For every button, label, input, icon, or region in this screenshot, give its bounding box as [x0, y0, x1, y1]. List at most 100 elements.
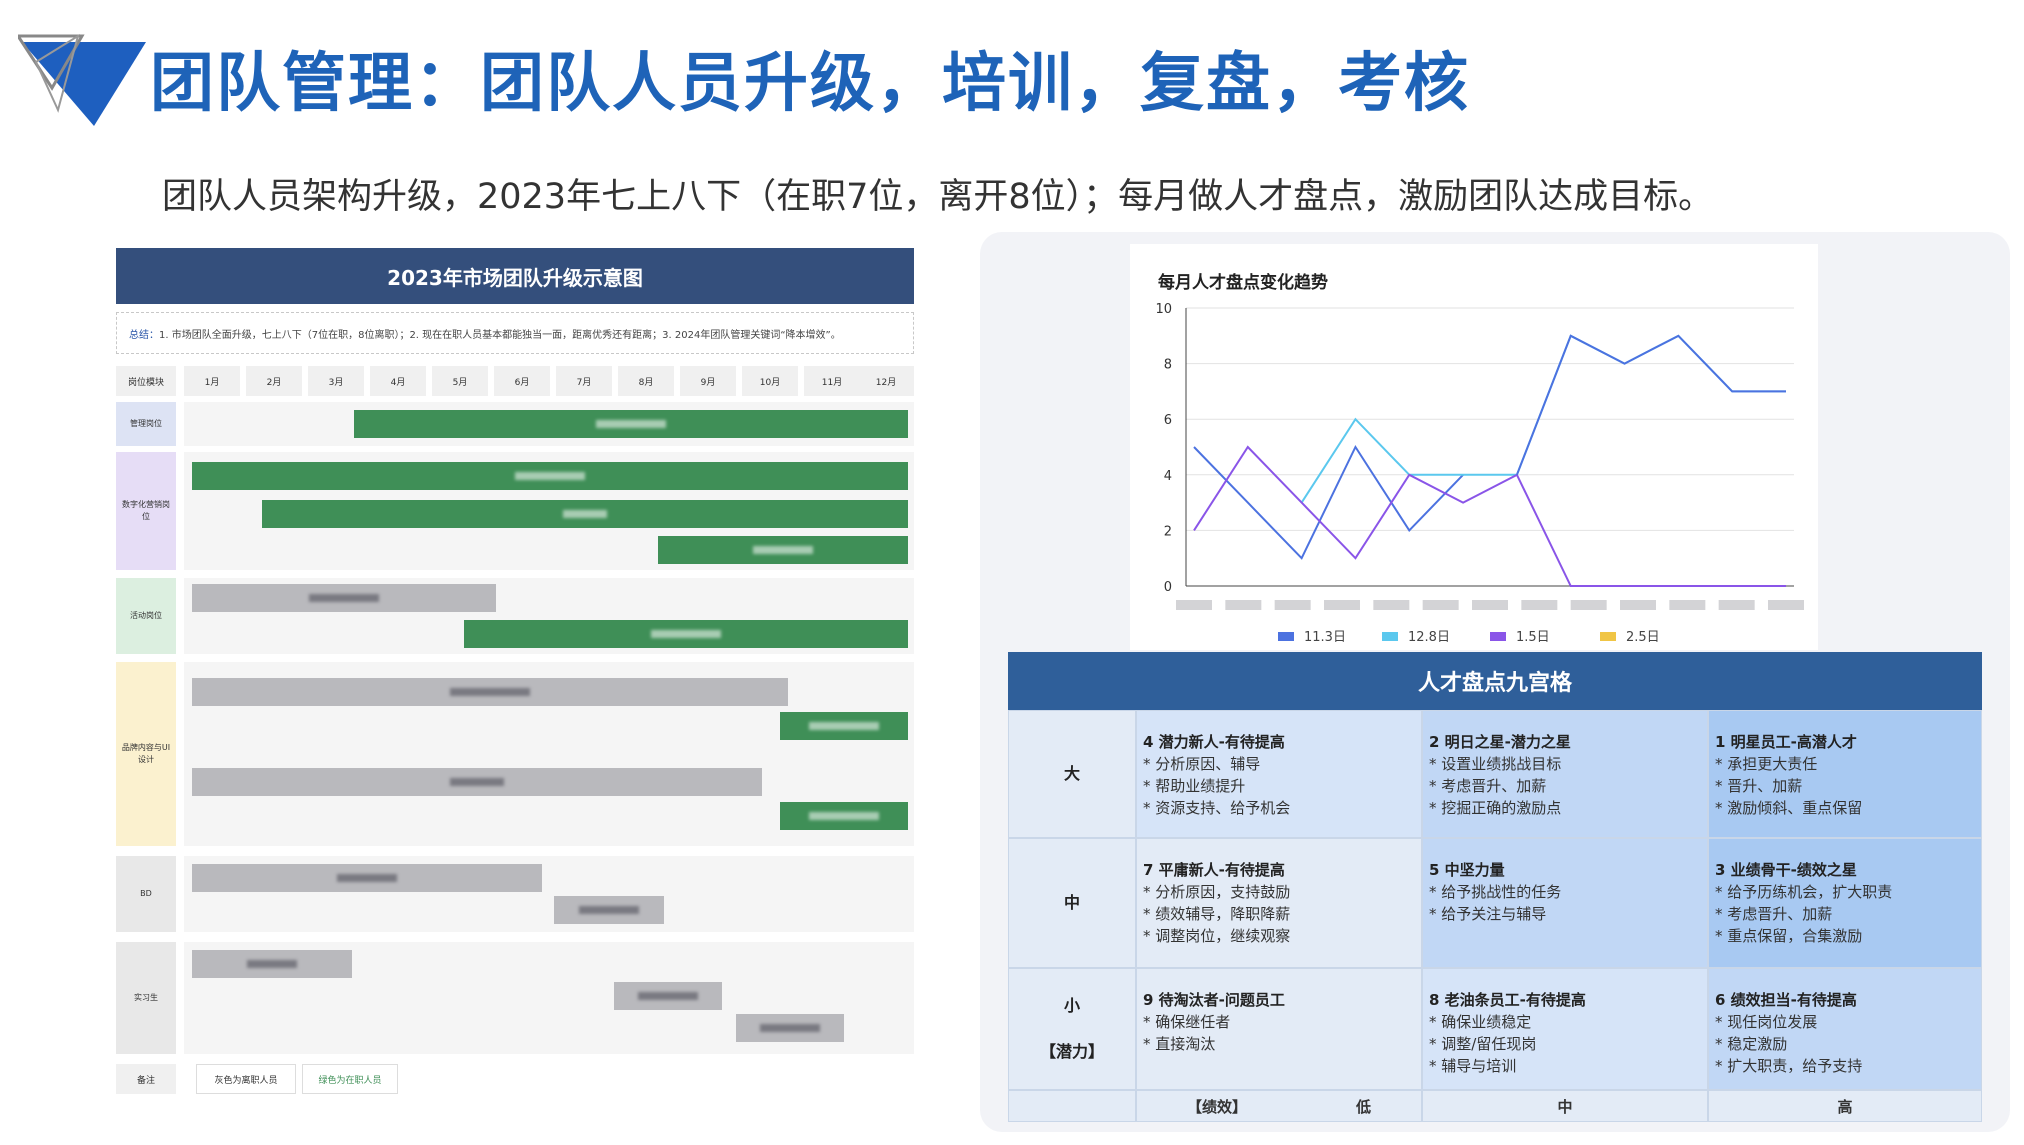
- gantt-month: 8月: [618, 366, 674, 396]
- y-tick-label: 6: [1164, 413, 1172, 428]
- gantt-month: 10月: [742, 366, 798, 396]
- ninegrid-cell-title: 3 业绩骨干-绩效之星: [1715, 861, 1857, 879]
- col-label-text: 高: [1837, 1097, 1853, 1116]
- ninegrid-cell-item: * 分析原因，支持鼓励: [1143, 883, 1291, 901]
- gantt-month: 2月: [246, 366, 302, 396]
- gantt-month: 12月: [858, 366, 914, 396]
- series-line-0-tail: [1515, 334, 1786, 476]
- gantt-bar-left: [192, 864, 542, 892]
- gantt-bar-left: [192, 678, 788, 706]
- x-tick-label-blurred: [1620, 600, 1656, 610]
- ninegrid-col-high: 高: [1708, 1090, 1982, 1122]
- legend-label: 2.5日: [1626, 630, 1660, 645]
- ninegrid-cell-item: * 承担更大责任: [1715, 755, 1818, 773]
- ninegrid-cell: 5 中坚力量 * 给予挑战性的任务 * 给予关注与辅导: [1422, 838, 1708, 968]
- ninegrid-title: 人才盘点九宫格: [1008, 652, 1982, 710]
- row-label-text: 小: [1063, 996, 1080, 1015]
- col-label-text: 低: [1355, 1097, 1371, 1116]
- talent-nine-grid: 人才盘点九宫格 大 中 小【潜力】 4 潜力新人-有待提高 * 分析原因、辅导 * …: [1008, 652, 1982, 1122]
- team-upgrade-gantt: 2023年市场团队升级示意图 总结：1. 市场团队全面升级，七上八下（7位在职，…: [104, 236, 924, 1096]
- gantt-bar-active: [658, 536, 908, 564]
- page-subtitle: 团队人员架构升级，2023年七上八下（在职7位，离开8位）；每月做人才盘点，激励…: [162, 177, 1714, 217]
- legend-swatch: [1600, 632, 1616, 641]
- series-line-2: [1193, 445, 1786, 587]
- ninegrid-foot-empty: [1008, 1090, 1136, 1122]
- ninegrid-row-label-mid: 中: [1008, 838, 1136, 968]
- talent-trend-chart: 每月人才盘点变化趋势 0 2 4 6 8 10 11.3日 12.8日 1.5日 2.5日: [1130, 244, 1818, 650]
- ninegrid-cell: 4 潜力新人-有待提高 * 分析原因、辅导 * 帮助业绩提升 * 资源支持、给予机会: [1136, 710, 1422, 838]
- gantt-note-green: 绿色为在职人员: [302, 1064, 398, 1094]
- gantt-bar-active: [780, 802, 908, 830]
- gantt-track: [184, 856, 914, 932]
- ninegrid-cell-item: * 给予挑战性的任务: [1429, 883, 1562, 901]
- gantt-bar-left: [192, 768, 762, 796]
- gantt-bar-active: [192, 462, 908, 490]
- gantt-row-events: 活动岗位: [116, 578, 914, 654]
- ninegrid-cell-item: * 稳定激励: [1715, 1035, 1788, 1053]
- gantt-month: 1月: [184, 366, 240, 396]
- ninegrid-cell-item: * 确保业绩稳定: [1429, 1013, 1532, 1031]
- ninegrid-cell-item: * 确保继任者: [1143, 1013, 1231, 1031]
- x-tick-label-blurred: [1570, 600, 1607, 610]
- ninegrid-cell-item: * 考虑晋升、加薪: [1715, 905, 1833, 923]
- gantt-row-label: 活动岗位: [116, 578, 176, 654]
- col-label-text: 中: [1557, 1097, 1573, 1116]
- gantt-row-label: 数字化营销岗位: [116, 452, 176, 570]
- gantt-row-label: 实习生: [116, 942, 176, 1054]
- gantt-month: 11月: [804, 366, 860, 396]
- ninegrid-cell: 2 明日之星-潜力之星 * 设置业绩挑战目标 * 考虑晋升、加薪 * 挖掘正确的激励点: [1422, 710, 1708, 838]
- brand-logo-icon: [18, 33, 146, 126]
- legend-label: 11.3日: [1304, 630, 1346, 645]
- ninegrid-cell-item: * 给予历练机会，扩大职责: [1715, 883, 1893, 901]
- ninegrid-cell-title: 7 平庸新人-有待提高: [1143, 861, 1285, 879]
- gantt-month: 5月: [432, 366, 488, 396]
- gantt-corner-label: 岗位模块: [116, 366, 176, 396]
- x-tick-label-blurred: [1669, 600, 1706, 610]
- gantt-note-gray: 灰色为离职人员: [196, 1064, 296, 1094]
- col-axis-text: 【绩效】: [1187, 1097, 1248, 1116]
- ninegrid-cell-item: * 帮助业绩提升: [1143, 777, 1246, 795]
- ninegrid-cell-item: * 分析原因、辅导: [1143, 755, 1261, 773]
- x-tick-label-blurred: [1225, 600, 1262, 610]
- x-tick-label-blurred: [1768, 600, 1804, 610]
- ninegrid-cell: 8 老油条员工-有待提高 * 确保业绩稳定 * 调整/留任现岗 * 辅导与培训: [1422, 968, 1708, 1090]
- y-tick-label: 10: [1155, 302, 1172, 317]
- y-tick-label: 2: [1164, 524, 1172, 539]
- gantt-bar-active: [262, 500, 908, 528]
- ninegrid-cell-item: * 现任岗位发展: [1715, 1013, 1818, 1031]
- ninegrid-cell-title: 2 明日之星-潜力之星: [1429, 733, 1571, 751]
- ninegrid-cell-title: 8 老油条员工-有待提高: [1429, 991, 1586, 1009]
- ninegrid-cell-item: * 扩大职责，给予支持: [1715, 1057, 1863, 1075]
- ninegrid-cell: 6 绩效担当-有待提高 * 现任岗位发展 * 稳定激励 * 扩大职责，给予支持: [1708, 968, 1982, 1090]
- ninegrid-cell-title: 6 绩效担当-有待提高: [1715, 991, 1857, 1009]
- row-axis-text: 【潜力】: [1039, 1042, 1104, 1061]
- ninegrid-cell-item: * 挖掘正确的激励点: [1429, 799, 1562, 817]
- ninegrid-cell-item: * 调整岗位，继续观察: [1143, 927, 1291, 945]
- ninegrid-cell-title: 1 明星员工-高潜人才: [1715, 733, 1857, 751]
- ninegrid-row-label-high: 大: [1008, 710, 1136, 838]
- gantt-bar-active: [780, 712, 908, 740]
- x-tick-label-blurred: [1521, 600, 1558, 610]
- gantt-row-interns: 实习生: [116, 942, 914, 1054]
- gantt-month: 3月: [308, 366, 364, 396]
- ninegrid-cell: 7 平庸新人-有待提高 * 分析原因，支持鼓励 * 绩效辅导，降职降薪 * 调整岗位，…: [1136, 838, 1422, 968]
- ninegrid-cell-item: * 设置业绩挑战目标: [1429, 755, 1562, 773]
- gantt-bar-left: [192, 584, 496, 612]
- y-tick-label: 4: [1164, 469, 1172, 484]
- gantt-row-brand-ui: 品牌内容与UI设计: [116, 662, 914, 846]
- x-tick-label-blurred: [1324, 600, 1360, 610]
- gantt-bar-left: [192, 950, 352, 978]
- gantt-bar-active: [464, 620, 908, 648]
- gantt-bar-left: [614, 982, 722, 1010]
- gantt-track: [184, 402, 914, 446]
- legend-swatch: [1382, 632, 1398, 641]
- ninegrid-cell-item: * 给予关注与辅导: [1429, 905, 1547, 923]
- legend-swatch: [1490, 632, 1506, 641]
- ninegrid-cell: 3 业绩骨干-绩效之星 * 给予历练机会，扩大职责 * 考虑晋升、加薪 * 重点保留，…: [1708, 838, 1982, 968]
- ninegrid-cell: 9 待淘汰者-问题员工 * 确保继任者 * 直接淘汰: [1136, 968, 1422, 1090]
- x-tick-label-blurred: [1274, 600, 1311, 610]
- gantt-bar-left: [554, 896, 664, 924]
- ninegrid-col-low: 【绩效】 低: [1136, 1090, 1422, 1122]
- y-tick-label: 8: [1164, 358, 1172, 373]
- ninegrid-cell-item: * 辅导与培训: [1429, 1057, 1517, 1075]
